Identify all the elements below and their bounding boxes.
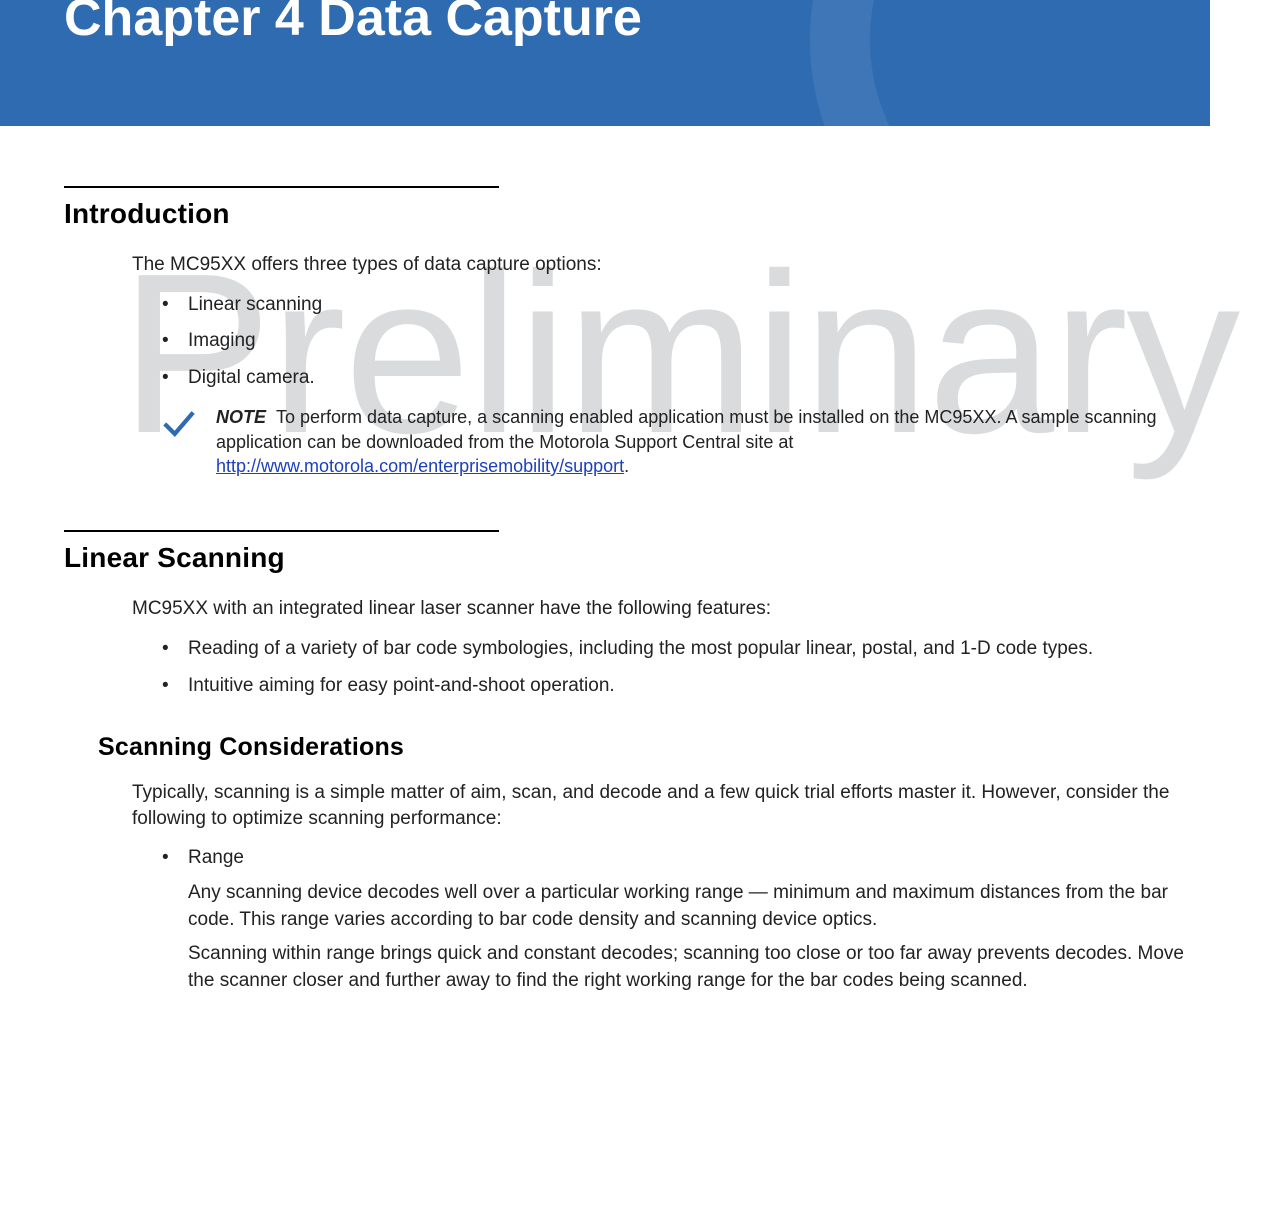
intro-lead-text: The MC95XX offers three types of data ca…	[132, 252, 1211, 278]
note-label: NOTE	[216, 407, 266, 427]
list-item: Range Any scanning device decodes well o…	[162, 845, 1211, 994]
list-item: Linear scanning	[162, 292, 1211, 319]
subsection-heading-scanning-considerations: Scanning Considerations	[98, 733, 1211, 762]
section-rule	[64, 530, 499, 532]
checkmark-icon	[162, 407, 196, 441]
chapter-banner: Chapter 4 Data Capture	[0, 0, 1210, 126]
note-text-suffix: .	[624, 456, 629, 476]
section-heading-introduction: Introduction	[64, 198, 1211, 230]
support-link[interactable]: http://www.motorola.com/enterprisemobili…	[216, 456, 624, 476]
list-item: Reading of a variety of bar code symbolo…	[162, 636, 1211, 663]
range-label: Range	[188, 847, 244, 868]
note-body: NOTETo perform data capture, a scanning …	[216, 405, 1211, 478]
list-item: Intuitive aiming for easy point-and-shoo…	[162, 673, 1211, 700]
linear-lead-text: MC95XX with an integrated linear laser s…	[132, 596, 1211, 622]
linear-bullet-list: Reading of a variety of bar code symbolo…	[162, 636, 1211, 699]
range-paragraph: Any scanning device decodes well over a …	[188, 880, 1211, 933]
note-text: To perform data capture, a scanning enab…	[216, 407, 1157, 451]
list-item: Imaging	[162, 328, 1211, 355]
list-item: Digital camera.	[162, 365, 1211, 392]
considerations-bullet-list: Range Any scanning device decodes well o…	[162, 845, 1211, 994]
considerations-lead-text: Typically, scanning is a simple matter o…	[132, 780, 1211, 831]
note-block: NOTETo perform data capture, a scanning …	[162, 405, 1211, 478]
section-rule	[64, 186, 499, 188]
chapter-title: Chapter 4 Data Capture	[64, 0, 642, 48]
section-heading-linear-scanning: Linear Scanning	[64, 542, 1211, 574]
banner-decoration	[810, 0, 1210, 126]
range-paragraph: Scanning within range brings quick and c…	[188, 941, 1211, 994]
intro-bullet-list: Linear scanning Imaging Digital camera.	[162, 292, 1211, 392]
